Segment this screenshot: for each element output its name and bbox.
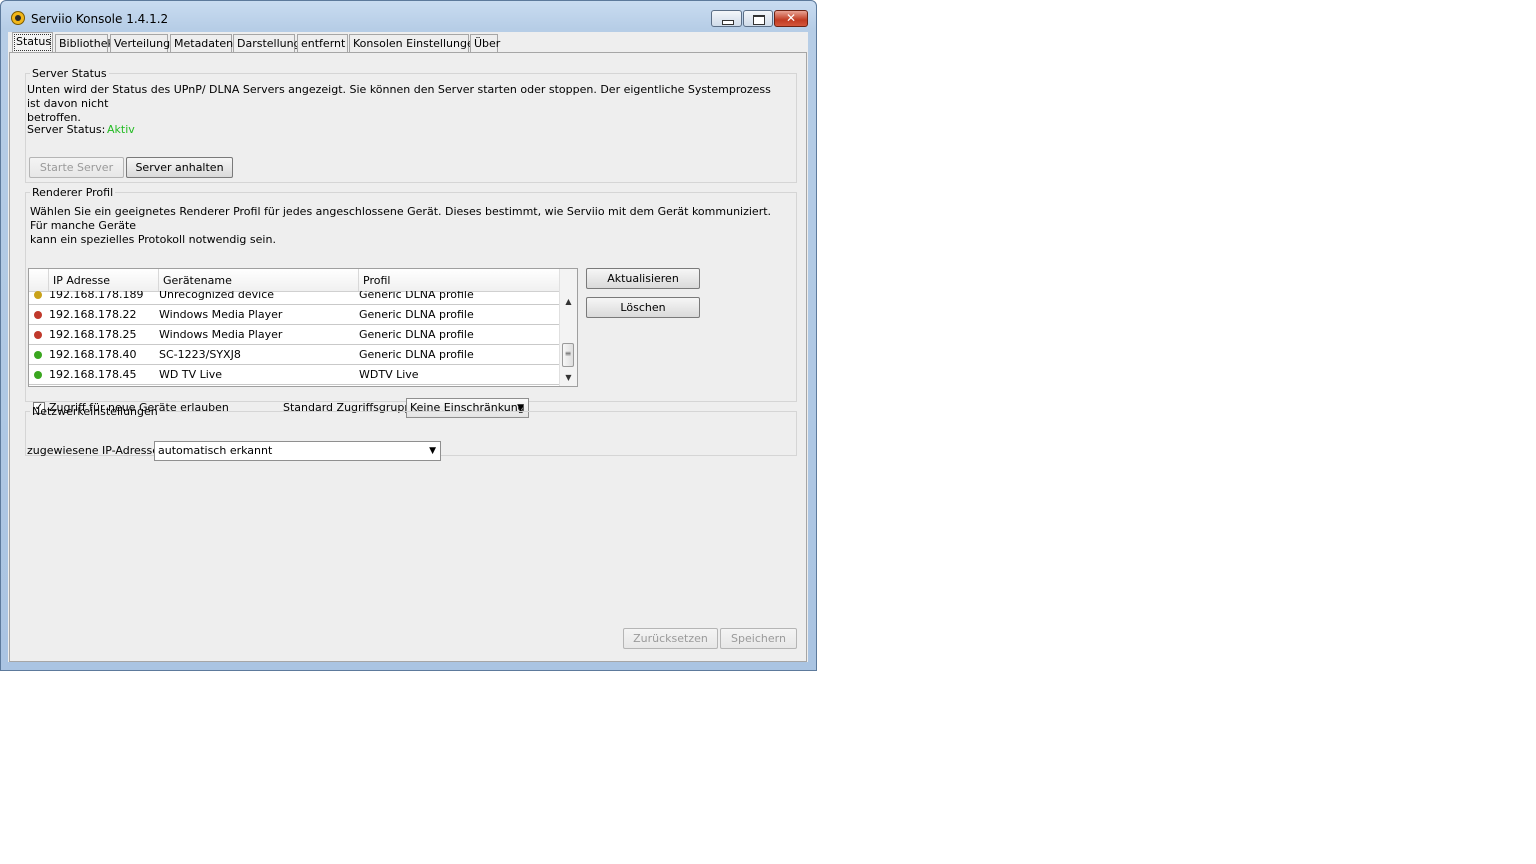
close-button[interactable]: ✕ [774, 10, 808, 27]
status-dot-icon [34, 291, 42, 299]
status-dot-icon [34, 371, 42, 379]
renderer-profile-legend: Renderer Profil [32, 186, 114, 199]
row-ip: 192.168.178.189 [49, 291, 144, 301]
minimize-icon [722, 20, 734, 25]
tab-darstellung[interactable]: Darstellung [233, 34, 301, 53]
server-status-legend: Server Status [32, 67, 107, 80]
window-title: Serviio Konsole 1.4.1.2 [31, 12, 169, 26]
network-settings-legend: Netzwerkeinstellungen [32, 405, 158, 418]
client-area: Status Bibliothek Verteilung Metadaten D… [8, 32, 808, 662]
table-scrollbar[interactable]: ▲ ≡ ▼ [559, 269, 577, 386]
column-header-name[interactable]: Gerätename [159, 269, 359, 291]
server-status-label: Server Status: [27, 123, 106, 136]
scroll-up-icon[interactable]: ▲ [560, 295, 577, 309]
status-dot-icon [34, 331, 42, 339]
tab-metadaten[interactable]: Metadaten [170, 34, 233, 53]
scroll-thumb[interactable]: ≡ [562, 343, 574, 367]
row-device-name: SC-1223/SYXJ8 [159, 348, 241, 361]
row-ip: 192.168.178.45 [49, 368, 137, 381]
refresh-button[interactable]: Aktualisieren [586, 268, 700, 289]
delete-button[interactable]: Löschen [586, 297, 700, 318]
row-device-name: Windows Media Player [159, 328, 283, 341]
table-row[interactable]: 192.168.178.40 SC-1223/SYXJ8 Generic DLN… [29, 345, 560, 365]
table-body: 192.168.178.189 Unrecognized device Gene… [29, 291, 560, 386]
app-window: Serviio Konsole 1.4.1.2 ✕ Status Bibliot… [0, 0, 817, 671]
server-status-value: Aktiv [107, 123, 135, 136]
reset-button[interactable]: Zurücksetzen [623, 628, 718, 649]
maximize-icon [753, 15, 765, 25]
tab-ueber[interactable]: Über [470, 34, 500, 53]
tab-status[interactable]: Status [12, 32, 53, 53]
status-dot-icon [34, 311, 42, 319]
chevron-down-icon: ▼ [429, 446, 436, 456]
row-device-name: WD TV Live [159, 368, 223, 381]
close-icon: ✕ [785, 11, 797, 25]
server-status-description-line1: Unten wird der Status des UPnP/ DLNA Ser… [27, 83, 771, 110]
row-device-name: Unrecognized device [159, 291, 275, 301]
ip-address-select[interactable]: automatisch erkannt ▼ [154, 441, 441, 461]
table-header: IP Adresse Gerätename Profil [29, 269, 560, 292]
ip-address-label: zugewiesene IP-Adresse: [27, 444, 163, 457]
row-device-name: Windows Media Player [159, 308, 283, 321]
column-header-status[interactable] [29, 269, 49, 291]
renderer-table[interactable]: IP Adresse Gerätename Profil 192.168.178… [28, 268, 578, 387]
row-ip: 192.168.178.25 [49, 328, 137, 341]
column-header-ip[interactable]: IP Adresse [49, 269, 159, 291]
renderer-description: Wählen Sie ein geeignetes Renderer Profi… [30, 205, 790, 247]
row-profile[interactable]: WDTV Live [359, 365, 419, 384]
row-profile[interactable]: Generic DLNA profile [359, 305, 474, 324]
tab-konsolen-einstellungen[interactable]: Konsolen Einstellungen [349, 34, 481, 53]
table-row[interactable]: 192.168.178.45 WD TV Live WDTV Live [29, 365, 560, 385]
renderer-description-line1: Wählen Sie ein geeignetes Renderer Profi… [30, 205, 772, 232]
save-button[interactable]: Speichern [720, 628, 797, 649]
row-profile[interactable]: Generic DLNA profile [359, 345, 474, 364]
server-status-description-line2: betroffen. [27, 111, 81, 124]
renderer-description-line2: kann ein spezielles Protokoll notwendig … [30, 233, 276, 246]
serviio-logo-icon [11, 11, 25, 25]
tab-verteilung[interactable]: Verteilung [110, 34, 170, 53]
ip-address-value: automatisch erkannt [158, 444, 273, 457]
status-dot-icon [34, 351, 42, 359]
stop-server-button[interactable]: Server anhalten [126, 157, 233, 178]
column-header-profile[interactable]: Profil [359, 269, 560, 291]
minimize-button[interactable] [711, 10, 742, 27]
table-row[interactable]: 192.168.178.25 Windows Media Player Gene… [29, 325, 560, 345]
tab-bibliothek[interactable]: Bibliothek [55, 34, 114, 53]
row-ip: 192.168.178.22 [49, 308, 137, 321]
tab-entfernt[interactable]: entfernt [297, 34, 348, 53]
scroll-down-icon[interactable]: ▼ [560, 371, 577, 385]
start-server-button[interactable]: Starte Server [29, 157, 124, 178]
server-status-description: Unten wird der Status des UPnP/ DLNA Ser… [27, 83, 787, 125]
table-row[interactable]: 192.168.178.22 Windows Media Player Gene… [29, 305, 560, 325]
row-profile[interactable]: Generic DLNA profile [359, 325, 474, 344]
maximize-button[interactable] [743, 10, 773, 27]
title-bar[interactable]: Serviio Konsole 1.4.1.2 ✕ [1, 1, 816, 31]
status-panel: Server Status Unten wird der Status des … [9, 52, 807, 662]
row-ip: 192.168.178.40 [49, 348, 137, 361]
table-row[interactable]: 192.168.178.189 Unrecognized device Gene… [29, 291, 560, 305]
row-profile[interactable]: Generic DLNA profile [359, 291, 474, 304]
